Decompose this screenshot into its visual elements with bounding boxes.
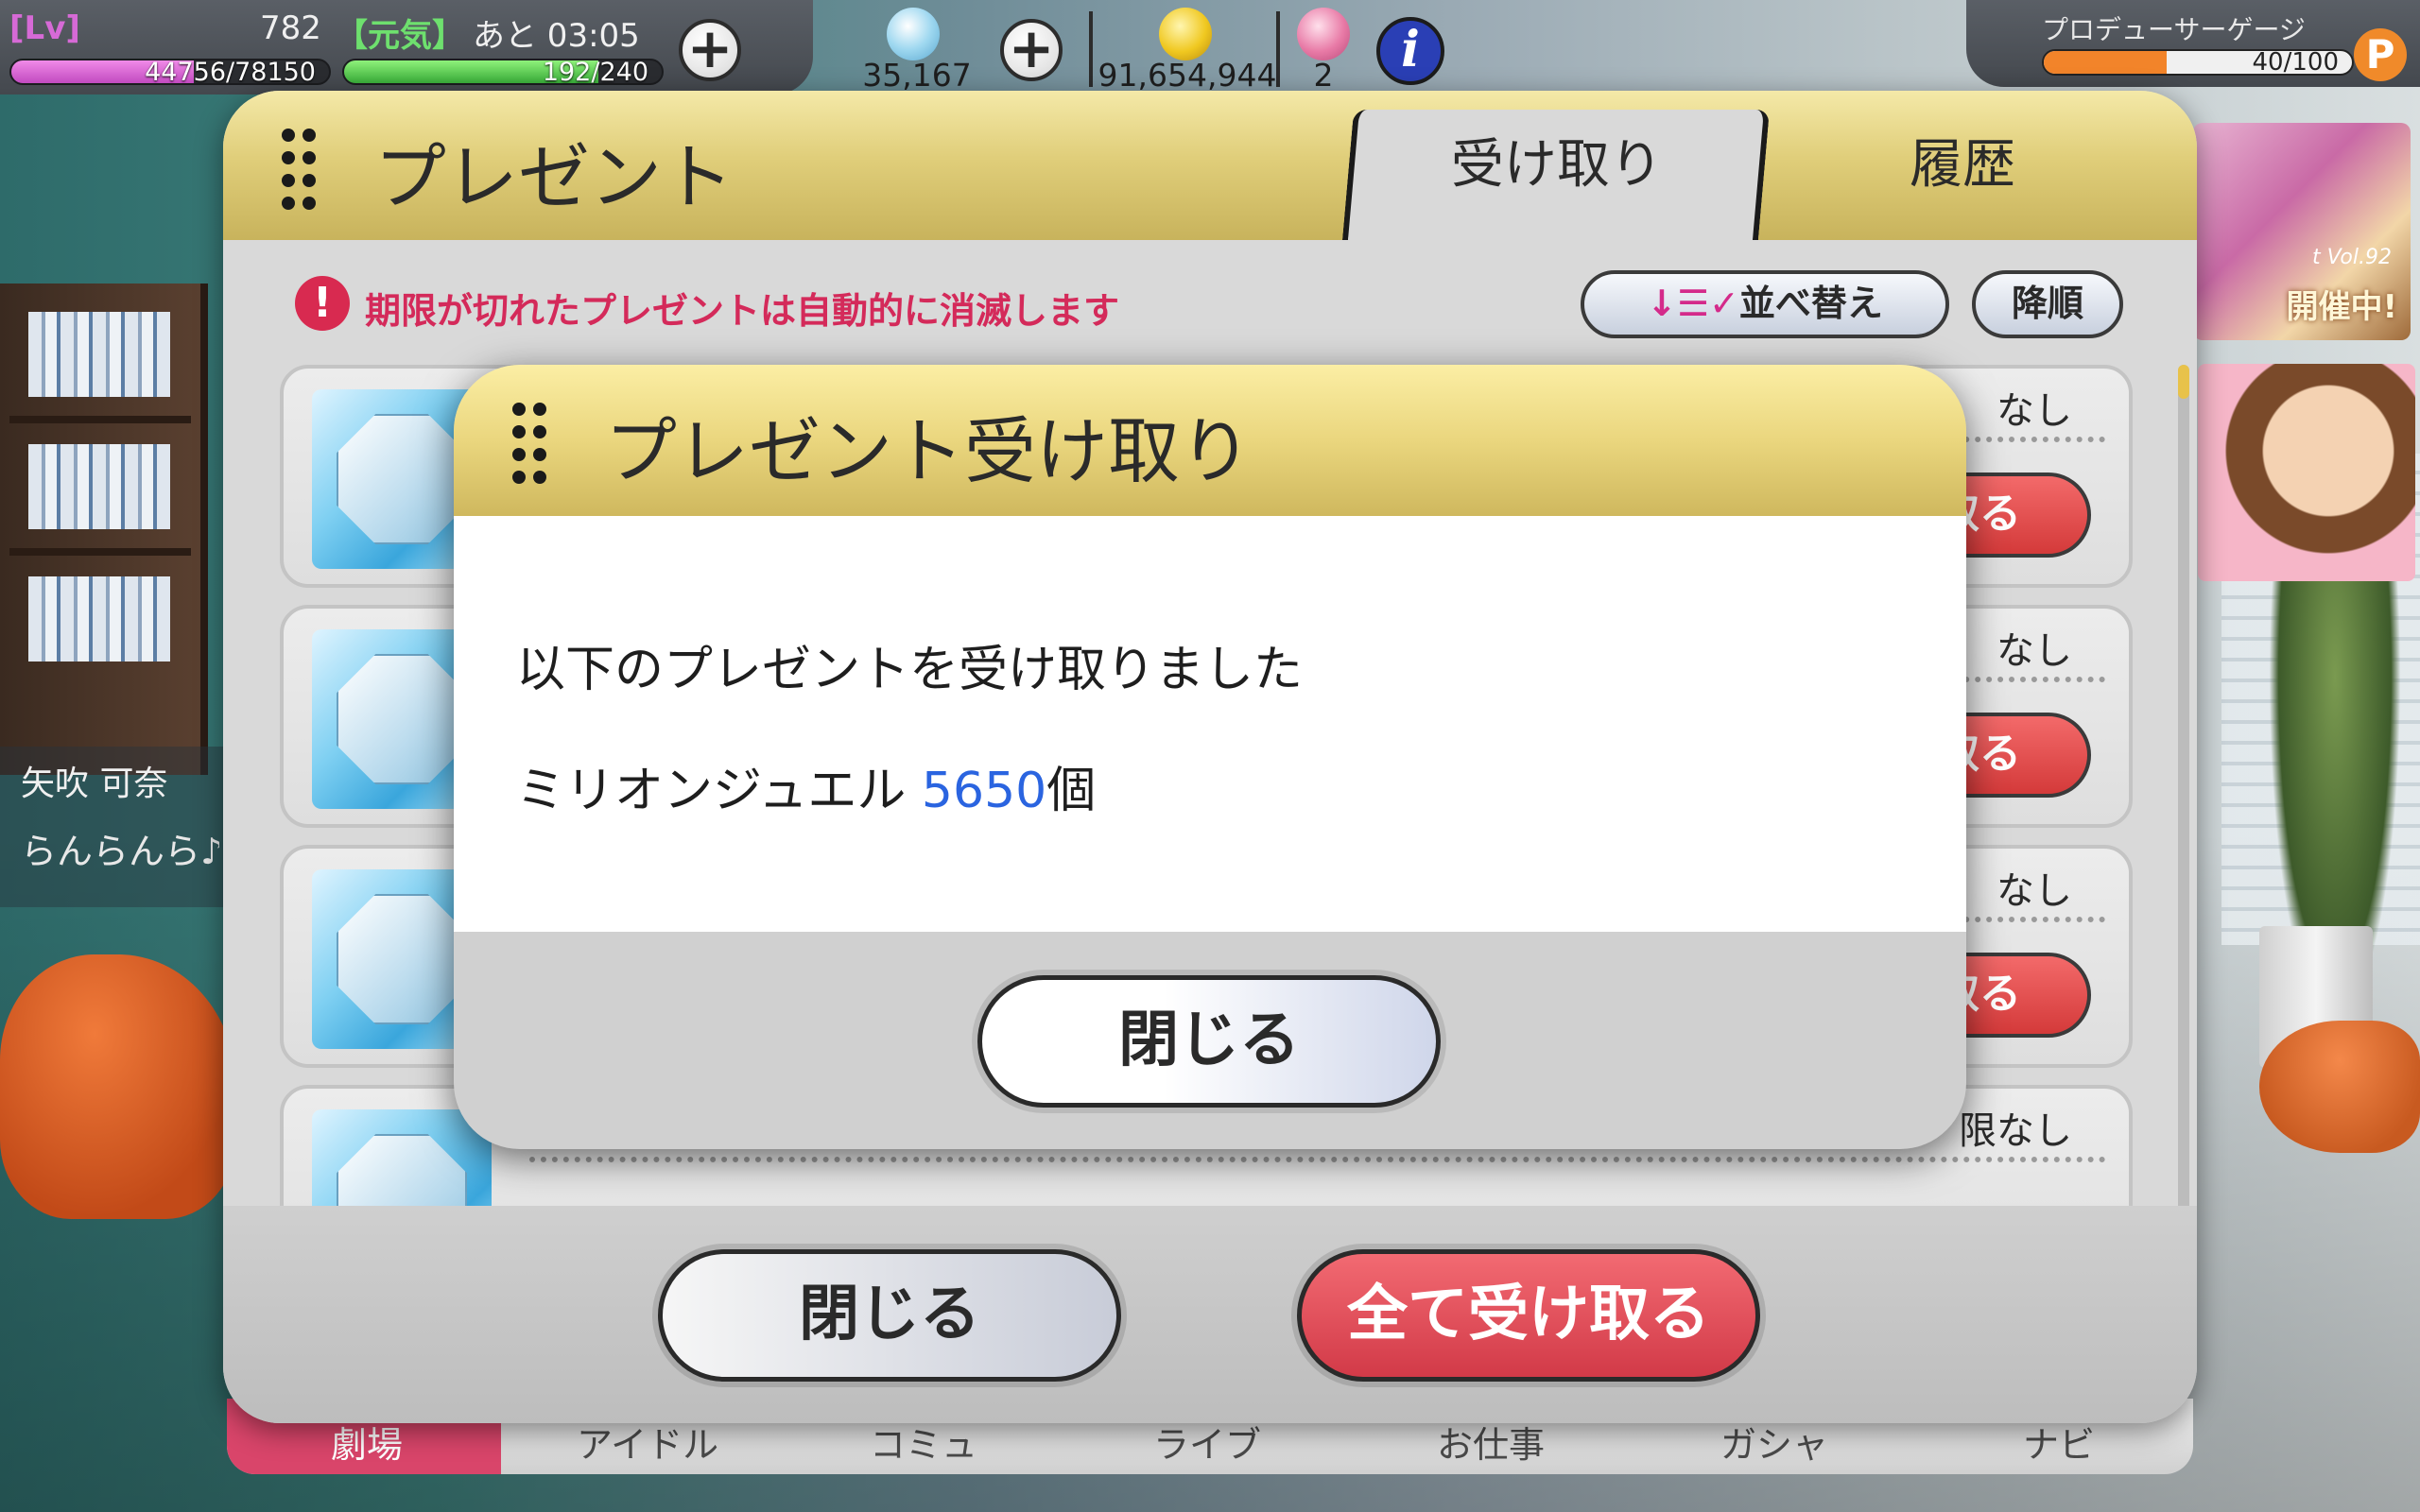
receive-dialog-header: プレゼント受け取り — [454, 365, 1966, 516]
receive-dialog-title: プレゼント受け取り — [605, 409, 1252, 493]
receive-dialog: プレゼント受け取り 以下のプレゼントを受け取りました ミリオンジュエル 5650… — [454, 365, 1966, 1149]
grip-icon — [512, 403, 550, 484]
game-screen: 矢吹 可奈 らんらんら♪ t Vol.92 開催中! [Lv] 782 【元気】… — [0, 0, 2420, 1512]
receive-message: 以下のプレゼントを受け取りました — [516, 642, 1304, 698]
received-item-unit: 個 — [1046, 763, 1097, 819]
received-item-line: ミリオンジュエル 5650個 — [516, 750, 1096, 821]
dialog-close-button[interactable]: 閉じる — [977, 975, 1441, 1108]
received-item-quantity: 5650 — [921, 763, 1047, 819]
receive-dialog-body: 以下のプレゼントを受け取りました ミリオンジュエル 5650個 — [454, 516, 1966, 932]
received-item-name: ミリオンジュエル — [516, 763, 907, 819]
